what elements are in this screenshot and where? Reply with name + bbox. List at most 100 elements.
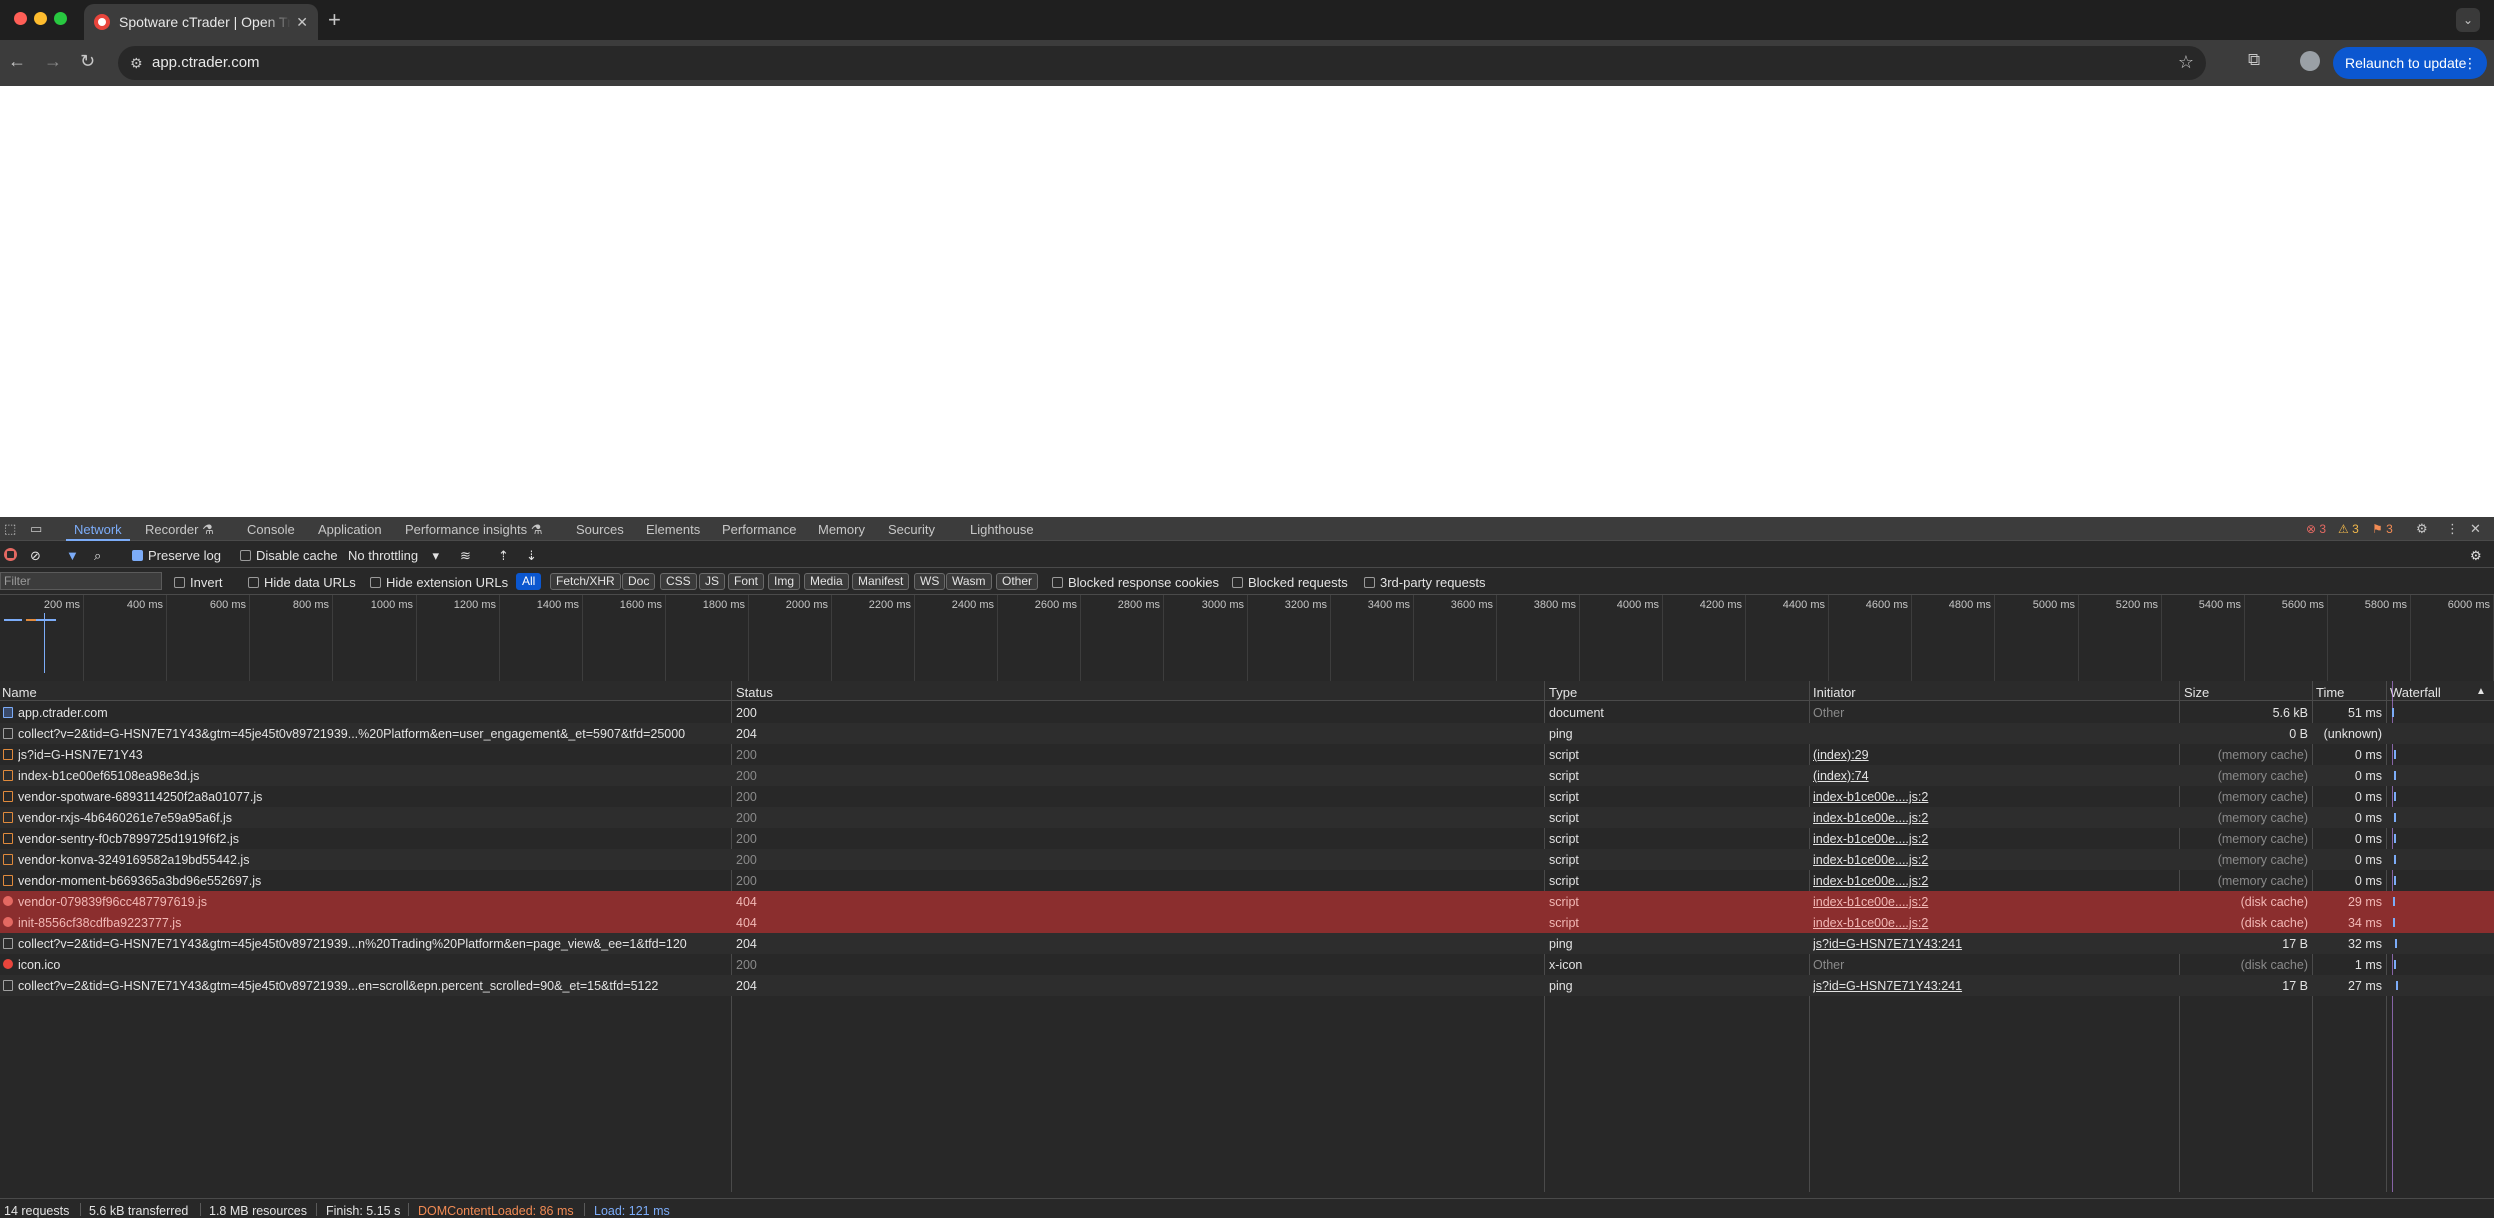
warning-count-badge[interactable]: ⚠ 3 [2338, 522, 2359, 536]
request-initiator[interactable]: index-b1ce00e....js:2 [1813, 832, 2113, 846]
column-waterfall[interactable]: Waterfall [2390, 685, 2441, 700]
network-settings-gear-icon[interactable]: ⚙ [2470, 548, 2482, 564]
zoom-window-button[interactable] [54, 12, 67, 25]
request-initiator[interactable]: index-b1ce00e....js:2 [1813, 874, 2113, 888]
request-initiator[interactable]: js?id=G-HSN7E71Y43:241 [1813, 979, 2113, 993]
sort-ascending-icon[interactable]: ▲ [2476, 686, 2486, 697]
request-initiator[interactable]: js?id=G-HSN7E71Y43:241 [1813, 937, 2113, 951]
filter-chip-js[interactable]: JS [699, 573, 726, 590]
column-name[interactable]: Name [2, 685, 37, 700]
filter-chip-fetch-xhr[interactable]: Fetch/XHR [550, 573, 621, 590]
table-row[interactable]: collect?v=2&tid=G-HSN7E71Y43&gtm=45je45t… [0, 933, 2494, 954]
request-initiator[interactable]: index-b1ce00e....js:2 [1813, 895, 2113, 909]
filter-chip-img[interactable]: Img [768, 573, 801, 590]
export-har-download-icon[interactable]: ⇣ [526, 548, 537, 564]
request-initiator[interactable]: (index):29 [1813, 748, 2113, 762]
column-time[interactable]: Time [2316, 685, 2344, 700]
filter-chip-wasm[interactable]: Wasm [946, 573, 992, 590]
url-text[interactable]: app.ctrader.com [152, 54, 260, 71]
import-har-upload-icon[interactable]: ⇡ [498, 548, 509, 564]
tab-close-icon[interactable]: ✕ [296, 14, 308, 31]
tab-application[interactable]: Application [318, 522, 382, 537]
filter-funnel-icon[interactable]: ▼ [66, 548, 79, 563]
inspect-element-icon[interactable]: ⬚ [4, 521, 16, 537]
profile-avatar[interactable] [2300, 51, 2320, 71]
filter-chip-ws[interactable]: WS [914, 573, 946, 590]
search-icon[interactable]: ⌕ [94, 548, 101, 564]
request-initiator[interactable]: (index):74 [1813, 769, 2113, 783]
table-row[interactable]: vendor-konva-3249169582a19bd55442.js 200 s… [0, 849, 2494, 870]
table-row[interactable]: app.ctrader.com 200 document Other 5.6 kB 51 … [0, 702, 2494, 723]
table-row[interactable]: collect?v=2&tid=G-HSN7E71Y43&gtm=45je45t… [0, 723, 2494, 744]
tab-recorder[interactable]: Recorder ⚗ [145, 522, 214, 538]
request-initiator[interactable]: index-b1ce00e....js:2 [1813, 790, 2113, 804]
filter-input[interactable]: Filter [0, 572, 162, 590]
table-row[interactable]: index-b1ce00ef65108ea98e3d.js 200 script (i… [0, 765, 2494, 786]
column-size[interactable]: Size [2184, 685, 2209, 700]
table-row[interactable]: vendor-079839f96cc487797619.js 404 script i… [0, 891, 2494, 912]
tab-elements[interactable]: Elements [646, 522, 700, 537]
filter-chip-manifest[interactable]: Manifest [852, 573, 910, 590]
preserve-log-checkbox[interactable]: Preserve log [132, 548, 221, 563]
request-name: index-b1ce00ef65108ea98e3d.js [18, 769, 200, 783]
back-arrow-icon[interactable]: ← [8, 51, 26, 72]
tab-network[interactable]: Network [74, 522, 122, 537]
request-initiator[interactable]: index-b1ce00e....js:2 [1813, 811, 2113, 825]
issues-count-badge[interactable]: ⚑ 3 [2372, 522, 2393, 536]
filter-chip-other[interactable]: Other [996, 573, 1039, 590]
table-row[interactable]: init-8556cf38cdfba9223777.js 404 script ind… [0, 912, 2494, 933]
table-row[interactable]: icon.ico 200 x-icon Other (disk cache) 1 ms [0, 954, 2494, 975]
new-tab-button[interactable]: + [328, 7, 341, 33]
tab-performance-insights[interactable]: Performance insights ⚗ [405, 522, 542, 538]
column-type[interactable]: Type [1549, 685, 1577, 700]
request-initiator[interactable]: index-b1ce00e....js:2 [1813, 853, 2113, 867]
browser-tab-active[interactable]: Spotware cTrader | Open Trading Platform… [84, 4, 318, 40]
tab-memory[interactable]: Memory [818, 522, 865, 537]
table-row[interactable]: vendor-moment-b669365a3bd96e552697.js 200… [0, 870, 2494, 891]
hide-data-urls-checkbox[interactable]: Hide data URLs [248, 575, 356, 590]
site-info-icon[interactable]: ⚙ [130, 55, 143, 72]
device-toolbar-icon[interactable]: ▭ [30, 521, 42, 537]
settings-gear-icon[interactable]: ⚙ [2416, 521, 2428, 537]
filter-chip-font[interactable]: Font [728, 573, 765, 590]
address-bar[interactable]: ⚙ app.ctrader.com ☆ [118, 46, 2206, 80]
more-options-icon[interactable]: ⋮ [2446, 521, 2459, 537]
table-row[interactable]: vendor-spotware-6893114250f2a8a01077.js 2… [0, 786, 2494, 807]
blocked-requests-checkbox[interactable]: Blocked requests [1232, 575, 1348, 590]
disable-cache-checkbox[interactable]: Disable cache [240, 548, 338, 563]
hide-extension-urls-checkbox[interactable]: Hide extension URLs [370, 575, 508, 590]
tab-sources[interactable]: Sources [576, 522, 624, 537]
column-status[interactable]: Status [736, 685, 773, 700]
column-initiator[interactable]: Initiator [1813, 685, 1856, 700]
filter-chip-media[interactable]: Media [804, 573, 849, 590]
close-window-button[interactable] [14, 12, 27, 25]
blocked-response-cookies-checkbox[interactable]: Blocked response cookies [1052, 575, 1219, 590]
reload-icon[interactable]: ↻ [80, 51, 95, 72]
third-party-requests-checkbox[interactable]: 3rd-party requests [1364, 575, 1486, 590]
filter-chip-css[interactable]: CSS [660, 573, 697, 590]
tab-search-chevron-icon[interactable]: ⌄ [2456, 8, 2480, 32]
minimize-window-button[interactable] [34, 12, 47, 25]
tab-security[interactable]: Security [888, 522, 935, 537]
table-row[interactable]: vendor-sentry-f0cb7899725d1919f6f2.js 200… [0, 828, 2494, 849]
bookmark-star-icon[interactable]: ☆ [2178, 52, 2194, 73]
request-initiator[interactable]: index-b1ce00e....js:2 [1813, 916, 2113, 930]
invert-checkbox[interactable]: Invert [174, 575, 223, 590]
record-stop-icon[interactable] [4, 548, 17, 561]
tab-console[interactable]: Console [247, 522, 295, 537]
tab-performance[interactable]: Performance [722, 522, 796, 537]
filter-chip-doc[interactable]: Doc [622, 573, 656, 590]
filter-chip-all[interactable]: All [516, 573, 542, 590]
table-row[interactable]: vendor-rxjs-4b6460261e7e59a95a6f.js 200 sc… [0, 807, 2494, 828]
table-row[interactable]: collect?v=2&tid=G-HSN7E71Y43&gtm=45je45t… [0, 975, 2494, 996]
network-conditions-wifi-icon[interactable]: ≋ [460, 548, 471, 564]
relaunch-to-update-button[interactable]: Relaunch to update ⋮ [2333, 47, 2487, 79]
clear-icon[interactable]: ⊘ [30, 548, 41, 564]
tab-lighthouse[interactable]: Lighthouse [970, 522, 1034, 537]
throttling-select[interactable]: No throttling ▾ [348, 548, 439, 564]
table-row[interactable]: js?id=G-HSN7E71Y43 200 script (index):29 (me… [0, 744, 2494, 765]
forward-arrow-icon[interactable]: → [44, 51, 62, 72]
extensions-puzzle-icon[interactable]: ⧉ [2248, 50, 2260, 70]
close-devtools-icon[interactable]: ✕ [2470, 521, 2481, 537]
error-count-badge[interactable]: ⊗ 3 [2306, 522, 2326, 536]
